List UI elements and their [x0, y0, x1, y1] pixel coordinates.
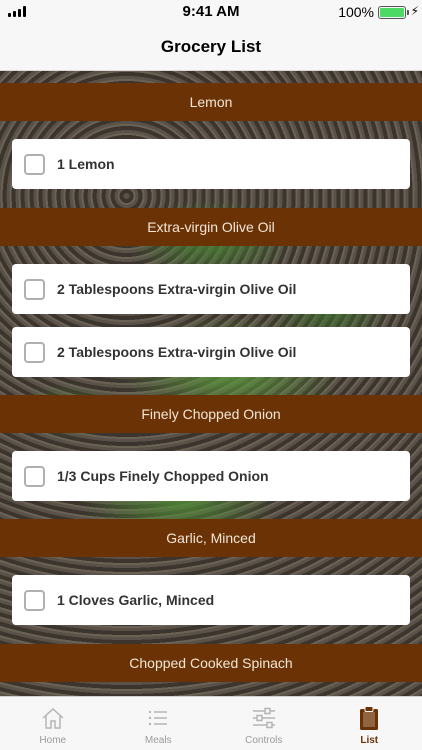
tab-label: Controls [245, 735, 283, 746]
section-header: Lemon [0, 83, 422, 121]
tab-meals[interactable]: Meals [106, 697, 212, 750]
tab-label: Home [39, 735, 67, 746]
section-header: Chopped Cooked Spinach [0, 644, 422, 682]
list-item[interactable]: 1 Cloves Garlic, Minced [12, 575, 410, 625]
item-checkbox[interactable] [24, 589, 45, 611]
list-icon [149, 710, 168, 726]
battery-tip [407, 10, 409, 15]
item-label: 2 Tablespoons Extra-virgin Olive Oil [57, 281, 297, 297]
tab-label: List [360, 735, 379, 746]
section-header: Extra-virgin Olive Oil [0, 208, 422, 246]
clipboard-icon [360, 706, 379, 730]
charging-icon: ⚡ [410, 4, 419, 18]
page-title: Grocery List [160, 37, 262, 56]
tab-bar: Home Meals Controls List [0, 696, 422, 750]
item-checkbox[interactable] [24, 465, 45, 487]
item-label: 1/3 Cups Finely Chopped Onion [57, 468, 269, 484]
sliders-icon [252, 707, 275, 729]
navigation-bar: Grocery List [0, 24, 422, 71]
item-checkbox[interactable] [24, 153, 45, 175]
tab-home[interactable]: Home [0, 697, 106, 750]
item-checkbox[interactable] [24, 278, 45, 300]
list-item[interactable]: 1 Lemon [12, 139, 410, 189]
item-checkbox[interactable] [24, 341, 45, 363]
item-label: 2 Tablespoons Extra-virgin Olive Oil [57, 344, 297, 360]
section-header: Finely Chopped Onion [0, 395, 422, 433]
tab-list[interactable]: List [317, 697, 422, 750]
list-item[interactable]: 2 Tablespoons Extra-virgin Olive Oil [12, 327, 410, 377]
section-header: Garlic, Minced [0, 519, 422, 557]
tab-controls[interactable]: Controls [211, 697, 317, 750]
tab-label: Meals [144, 735, 172, 746]
list-item[interactable]: 2 Tablespoons Extra-virgin Olive Oil [12, 264, 410, 314]
battery-icon [378, 6, 406, 19]
home-icon [42, 707, 64, 729]
list-item[interactable]: 1/3 Cups Finely Chopped Onion [12, 451, 410, 501]
grocery-list[interactable]: Lemon 1 Lemon Extra-virgin Olive Oil 2 T… [0, 71, 422, 696]
status-bar: 9:41 AM 100% ⚡ [0, 0, 422, 24]
item-label: 1 Lemon [57, 156, 115, 172]
battery-percentage: 100% [338, 4, 374, 20]
item-label: 1 Cloves Garlic, Minced [57, 592, 215, 608]
